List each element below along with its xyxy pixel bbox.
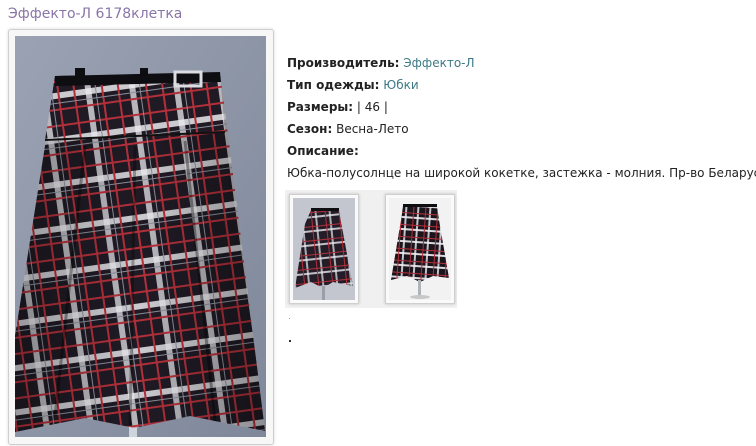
thumbnail-2-image — [389, 198, 451, 300]
type-link[interactable]: Юбки — [383, 78, 418, 92]
thumbnail-2[interactable] — [385, 194, 455, 304]
season-value: Весна-Лето — [336, 122, 409, 136]
sizes-row: Размеры: | 46 | — [287, 96, 752, 118]
description-text: Юбка-полусолнце на широкой кокетке, заст… — [287, 166, 756, 180]
product-title[interactable]: Эффекто-Л 6178клетка — [8, 6, 182, 22]
type-label: Тип одежды: — [287, 78, 380, 92]
thumbnail-gallery — [285, 190, 457, 308]
sizes-value: | 46 | — [356, 100, 388, 114]
manufacturer-label: Производитель: — [287, 56, 400, 70]
product-details: Производитель: Эффекто-Л Тип одежды: Юбк… — [287, 52, 756, 184]
season-row: Сезон: Весна-Лето — [287, 118, 752, 140]
season-label: Сезон: — [287, 122, 333, 136]
divider-dot — [289, 340, 291, 342]
description-label-row: Описание: — [287, 140, 752, 162]
main-product-photo[interactable] — [15, 36, 266, 437]
manufacturer-row: Производитель: Эффекто-Л — [287, 52, 752, 74]
description-label: Описание: — [287, 144, 359, 158]
type-row: Тип одежды: Юбки — [287, 74, 752, 96]
main-photo-frame — [8, 29, 274, 445]
sizes-label: Размеры: — [287, 100, 354, 114]
manufacturer-link[interactable]: Эффекто-Л — [403, 56, 474, 70]
thumbnail-1-image — [293, 198, 355, 300]
divider-dot — [289, 318, 290, 319]
thumbnail-1[interactable] — [289, 194, 359, 304]
